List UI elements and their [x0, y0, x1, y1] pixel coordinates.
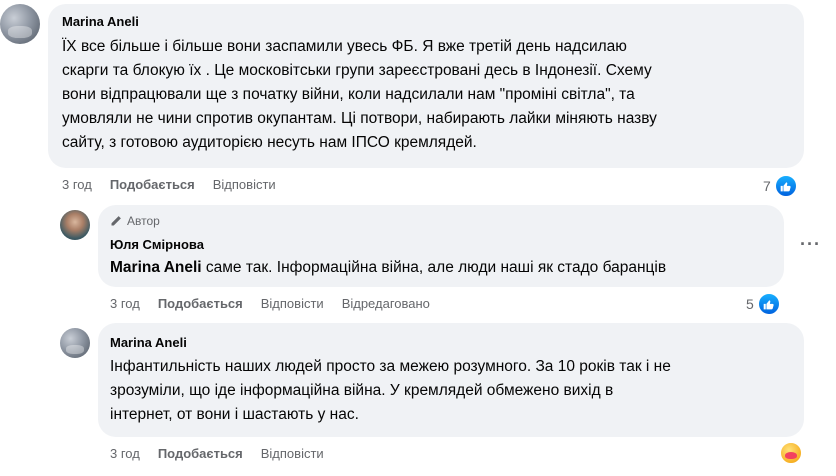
thumbs-up-icon	[773, 174, 798, 198]
comment-text: ЇХ все більше і більше вони заспамили ув…	[62, 35, 657, 155]
comment-time[interactable]: 3 год	[62, 177, 92, 192]
comment-bubble: Автор Юля Смірнова Marina Aneli саме так…	[98, 205, 784, 287]
reaction-summary[interactable]: 5	[746, 292, 781, 316]
like-button[interactable]: Подобається	[158, 446, 243, 461]
like-button[interactable]: Подобається	[158, 296, 243, 311]
comment-text: Інфантильність наших людей просто за меж…	[110, 355, 671, 427]
edited-label: Відредаговано	[341, 296, 430, 311]
author-badge: Автор	[110, 214, 160, 228]
avatar[interactable]	[60, 328, 90, 358]
comment-author[interactable]: Marina Aneli	[110, 335, 187, 350]
care-reaction-icon[interactable]	[779, 441, 803, 465]
comment-actions: 3 год Подобається Відповісти	[62, 177, 276, 192]
comment-time[interactable]: 3 год	[110, 296, 140, 311]
avatar[interactable]	[0, 4, 40, 44]
comment-actions: 3 год Подобається Відповісти	[110, 446, 324, 461]
avatar[interactable]	[60, 210, 90, 240]
comment-text: Marina Aneli саме так. Інформаційна війн…	[110, 256, 666, 280]
like-button[interactable]: Подобається	[110, 177, 195, 192]
comment-text-line: зрозуміли, що іде інформаційна війна. У …	[110, 382, 614, 399]
comment-time[interactable]: 3 год	[110, 446, 140, 461]
comment-text-body: саме так. Інформаційна війна, але люди н…	[201, 259, 667, 276]
more-options-icon[interactable]: ···	[800, 234, 821, 255]
reaction-summary[interactable]: 7	[763, 174, 798, 198]
comment-author[interactable]: Marina Aneli	[62, 14, 139, 29]
comment-text-line: скарги та блокую їх . Це московітськи гр…	[62, 62, 652, 79]
reply-button[interactable]: Відповісти	[261, 296, 324, 311]
comment-text-line: вони відпрацювали ще з початку війни, ко…	[62, 86, 635, 103]
comment-actions: 3 год Подобається Відповісти Відредагова…	[110, 296, 430, 311]
author-badge-label: Автор	[127, 214, 160, 228]
comment-bubble: Marina Aneli ЇХ все більше і більше вони…	[48, 4, 804, 168]
comment-text-line: Інфантильність наших людей просто за меж…	[110, 358, 671, 375]
reaction-count: 5	[746, 296, 754, 312]
reply-button[interactable]: Відповісти	[261, 446, 324, 461]
thumbs-up-icon	[756, 292, 781, 316]
mention-link[interactable]: Marina Aneli	[110, 259, 202, 276]
comment-text-line: ЇХ все більше і більше вони заспамили ув…	[62, 38, 627, 55]
pencil-icon	[111, 216, 121, 226]
comment-text-line: сайту, з готовою аудиторією несуть нам І…	[62, 134, 477, 151]
reply-button[interactable]: Відповісти	[213, 177, 276, 192]
comment-bubble: Marina Aneli Інфантильність наших людей …	[98, 323, 804, 437]
reaction-count: 7	[763, 178, 771, 194]
comment-text-line: інтернет, от вони і шастають у нас.	[110, 406, 359, 423]
comment-author[interactable]: Юля Смірнова	[110, 237, 204, 252]
comment-text-line: умовляли не чини спротив окупантам. Ці п…	[62, 110, 657, 127]
